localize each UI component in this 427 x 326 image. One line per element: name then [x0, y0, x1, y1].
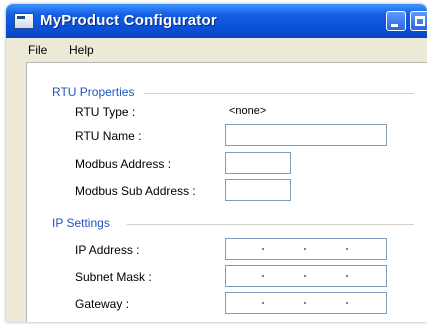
modbus-address-label: Modbus Address :: [75, 157, 172, 171]
ip-separator-dot: [346, 302, 348, 304]
gateway-label: Gateway :: [75, 297, 130, 311]
ip-separator-dot: [304, 248, 306, 250]
menu-file[interactable]: File: [28, 43, 47, 57]
ip-separator-dot: [262, 275, 264, 277]
ip-separator-dot: [346, 275, 348, 277]
rtu-properties-heading: RTU Properties: [52, 85, 135, 99]
rtu-name-label: RTU Name :: [75, 129, 142, 143]
ip-address-input[interactable]: [225, 238, 387, 260]
ip-section-divider: [127, 224, 414, 225]
subnet-mask-input[interactable]: [225, 265, 387, 287]
app-window-icon: [14, 13, 34, 29]
configurator-window: MyProduct Configurator File Help RTU Pro…: [6, 4, 427, 322]
rtu-name-input[interactable]: [225, 124, 387, 146]
modbus-sub-address-label: Modbus Sub Address :: [75, 184, 196, 198]
maximize-icon: [415, 16, 425, 26]
ip-separator-dot: [262, 248, 264, 250]
rtu-section-divider: [144, 93, 414, 94]
ip-separator-dot: [262, 302, 264, 304]
ip-separator-dot: [346, 248, 348, 250]
modbus-address-input[interactable]: [225, 152, 291, 174]
ip-settings-heading: IP Settings: [52, 216, 110, 230]
minimize-icon: [391, 24, 398, 27]
config-panel: RTU Properties RTU Type : <none> RTU Nam…: [26, 62, 427, 322]
modbus-sub-address-input[interactable]: [225, 179, 291, 201]
ip-address-label: IP Address :: [75, 243, 140, 257]
subnet-mask-label: Subnet Mask :: [75, 270, 152, 284]
ip-separator-dot: [304, 275, 306, 277]
rtu-type-label: RTU Type :: [75, 105, 136, 119]
menu-bar: File Help: [6, 38, 427, 60]
gateway-input[interactable]: [225, 292, 387, 314]
rtu-type-value: <none>: [229, 105, 267, 117]
menu-help[interactable]: Help: [69, 43, 94, 57]
ip-separator-dot: [304, 302, 306, 304]
window-title: MyProduct Configurator: [40, 12, 217, 29]
title-bar[interactable]: MyProduct Configurator: [6, 4, 427, 38]
maximize-button[interactable]: [410, 11, 427, 31]
minimize-button[interactable]: [386, 11, 406, 31]
